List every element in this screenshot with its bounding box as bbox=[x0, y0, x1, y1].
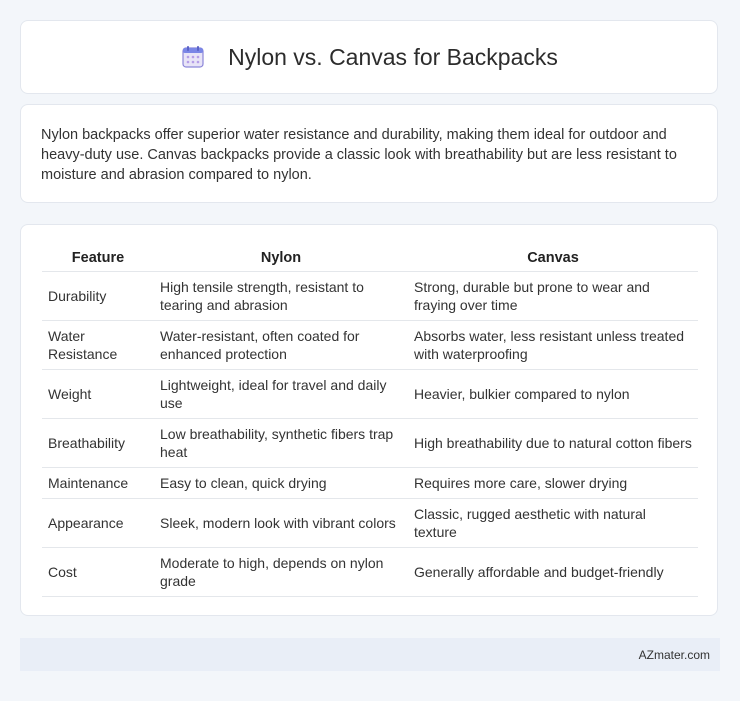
feature-cell: Appearance bbox=[42, 499, 154, 548]
canvas-cell: Classic, rugged aesthetic with natural t… bbox=[408, 499, 698, 548]
canvas-cell: Requires more care, slower drying bbox=[408, 468, 698, 499]
canvas-cell: Heavier, bulkier compared to nylon bbox=[408, 370, 698, 419]
nylon-cell: Low breathability, synthetic fibers trap… bbox=[154, 419, 408, 468]
nylon-cell: Water-resistant, often coated for enhanc… bbox=[154, 321, 408, 370]
table-row: Durability High tensile strength, resist… bbox=[42, 272, 698, 321]
canvas-cell: Generally affordable and budget-friendly bbox=[408, 548, 698, 597]
feature-cell: Water Resistance bbox=[42, 321, 154, 370]
comparison-table: Feature Nylon Canvas Durability High ten… bbox=[42, 245, 698, 597]
header-canvas: Canvas bbox=[408, 245, 698, 272]
canvas-cell: High breathability due to natural cotton… bbox=[408, 419, 698, 468]
feature-cell: Maintenance bbox=[42, 468, 154, 499]
table-row: Weight Lightweight, ideal for travel and… bbox=[42, 370, 698, 419]
feature-cell: Weight bbox=[42, 370, 154, 419]
footer-site-link[interactable]: AZmater.com bbox=[639, 648, 710, 662]
intro-card: Nylon backpacks offer superior water res… bbox=[20, 104, 718, 203]
table-row: Breathability Low breathability, synthet… bbox=[42, 419, 698, 468]
table-row: Cost Moderate to high, depends on nylon … bbox=[42, 548, 698, 597]
feature-cell: Cost bbox=[42, 548, 154, 597]
nylon-cell: High tensile strength, resistant to tear… bbox=[154, 272, 408, 321]
header-feature: Feature bbox=[42, 245, 154, 272]
feature-cell: Durability bbox=[42, 272, 154, 321]
nylon-cell: Moderate to high, depends on nylon grade bbox=[154, 548, 408, 597]
table-row: Maintenance Easy to clean, quick drying … bbox=[42, 468, 698, 499]
table-row: Appearance Sleek, modern look with vibra… bbox=[42, 499, 698, 548]
header-nylon: Nylon bbox=[154, 245, 408, 272]
comparison-table-card: Feature Nylon Canvas Durability High ten… bbox=[20, 224, 718, 616]
table-row: Water Resistance Water-resistant, often … bbox=[42, 321, 698, 370]
page-title: Nylon vs. Canvas for Backpacks bbox=[228, 43, 558, 70]
nylon-cell: Lightweight, ideal for travel and daily … bbox=[154, 370, 408, 419]
nylon-cell: Easy to clean, quick drying bbox=[154, 468, 408, 499]
feature-cell: Breathability bbox=[42, 419, 154, 468]
canvas-cell: Absorbs water, less resistant unless tre… bbox=[408, 321, 698, 370]
canvas-cell: Strong, durable but prone to wear and fr… bbox=[408, 272, 698, 321]
intro-text: Nylon backpacks offer superior water res… bbox=[41, 127, 677, 183]
calendar-icon bbox=[180, 44, 206, 70]
footer: AZmater.com bbox=[20, 638, 720, 671]
title-card: Nylon vs. Canvas for Backpacks bbox=[20, 20, 718, 94]
nylon-cell: Sleek, modern look with vibrant colors bbox=[154, 499, 408, 548]
